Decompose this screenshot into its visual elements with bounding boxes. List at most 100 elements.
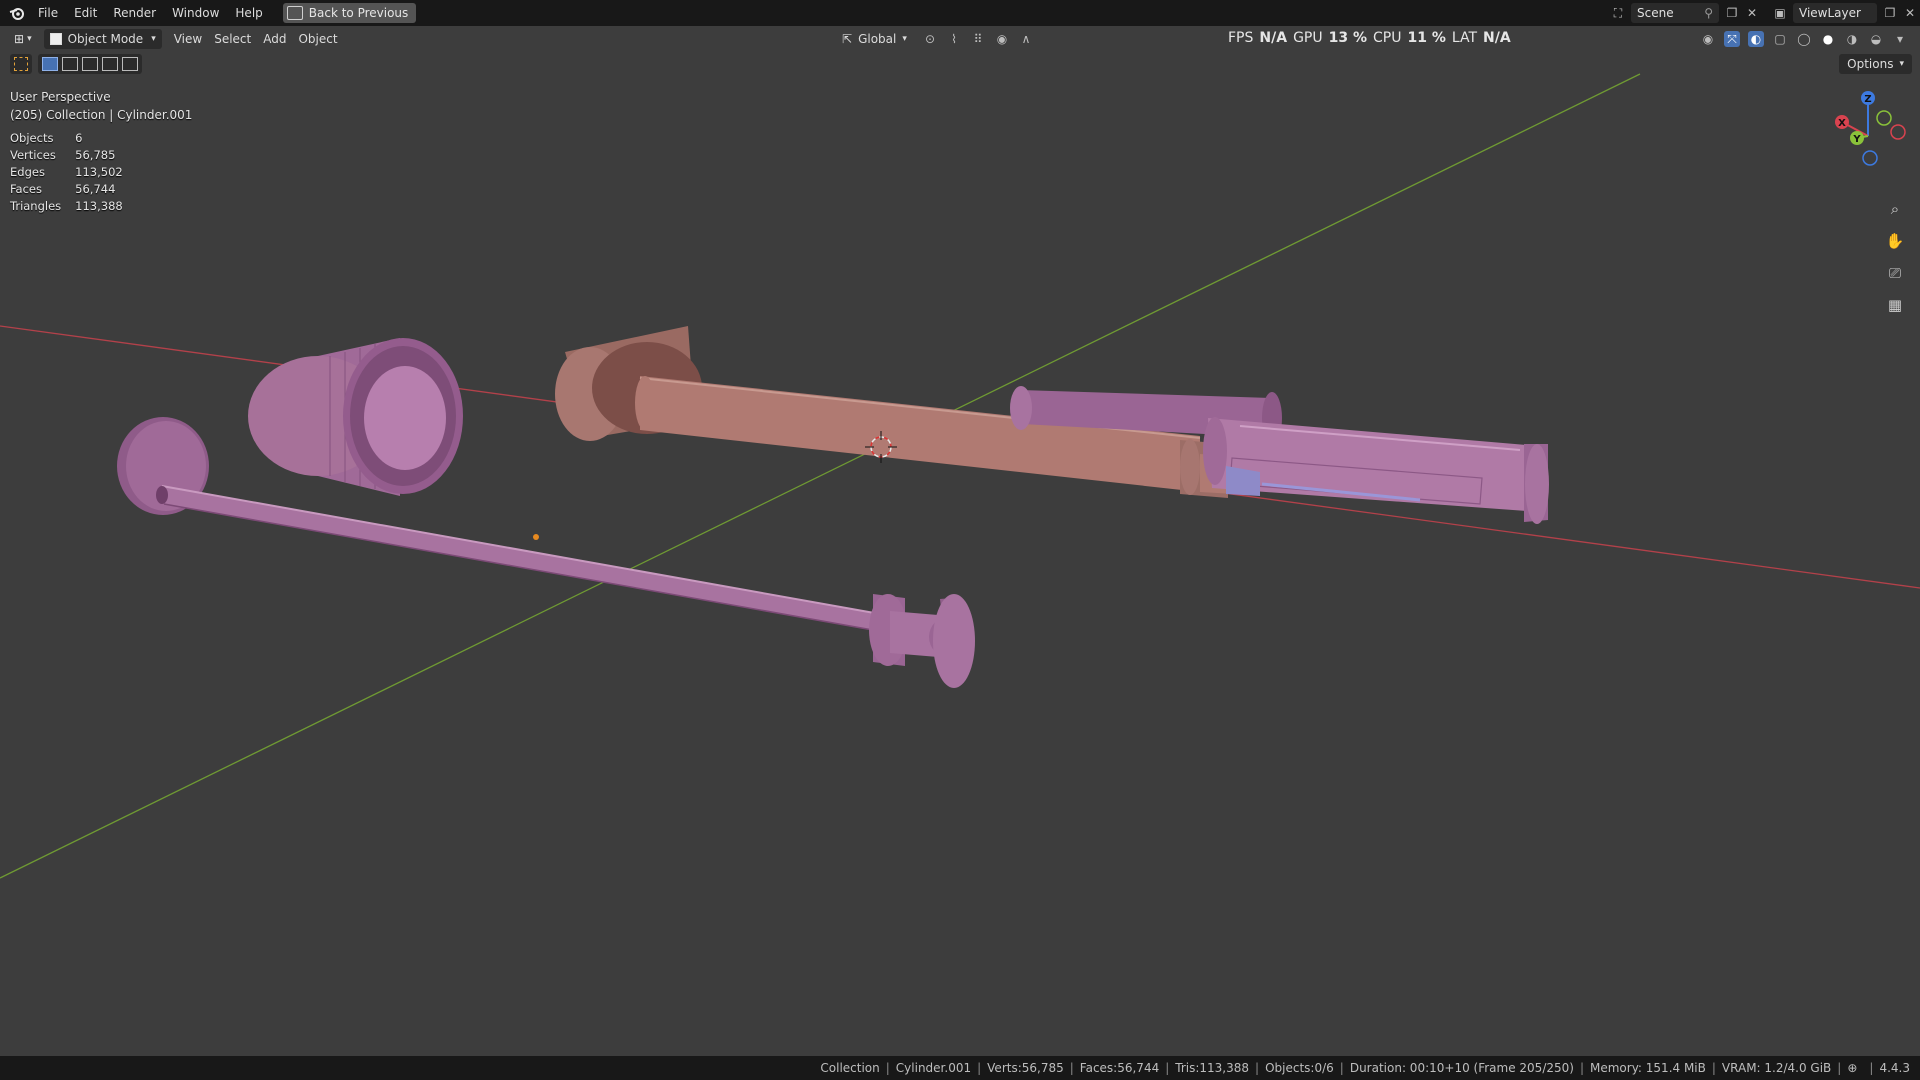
menu-object[interactable]: Object [292,29,343,49]
chevron-down-icon: ▾ [902,34,907,44]
menu-view[interactable]: View [168,29,208,49]
gpu-label: GPU [1293,30,1323,46]
status-verts: Verts:56,785 [987,1061,1064,1075]
status-collection: Collection [820,1061,880,1075]
gizmo-neg-x-icon[interactable] [1890,124,1906,140]
visibility-icon[interactable]: ◉ [1700,31,1716,47]
view-layer-name: ViewLayer [1799,6,1861,20]
tool-header [10,54,142,74]
cap-mesh[interactable] [248,338,463,496]
stat-row: Vertices 56,785 [10,147,137,164]
select-intersect-icon[interactable] [122,57,138,71]
menu-add[interactable]: Add [257,29,292,49]
viewport-info-text: User Perspective (205) Collection | Cyli… [10,88,192,124]
back-to-previous-label: Back to Previous [308,6,409,20]
select-tool-icon[interactable] [10,54,32,74]
options-dropdown[interactable]: Options ▾ [1839,54,1912,74]
material-shading-icon[interactable]: ◑ [1844,31,1860,47]
snap-toggle-icon[interactable]: ⌇ [946,31,962,47]
new-view-layer-icon[interactable]: ❐ [1882,5,1898,21]
viewport-header: ⊞ ▾ Object Mode ▾ View Select Add Object … [0,26,1920,52]
fps-label: FPS [1228,30,1254,46]
shading-options-icon[interactable]: ▾ [1892,31,1908,47]
navigation-gizmo[interactable]: Z X Y [1835,91,1906,166]
context-info: (205) Collection | Cylinder.001 [10,108,193,122]
scene-canvas[interactable]: Z X Y [0,26,1920,1056]
stat-value: 113,388 [75,199,123,213]
stat-label: Faces [10,182,42,196]
scene-name-field[interactable]: Scene ⚲ [1631,3,1719,23]
proportional-edit-icon[interactable]: ◉ [994,31,1010,47]
menu-edit[interactable]: Edit [66,0,105,26]
stat-label: Triangles [10,199,62,213]
menu-window[interactable]: Window [164,0,227,26]
status-bar: Collection | Cylinder.001 | Verts:56,785 | … [0,1056,1920,1080]
select-new-icon[interactable] [42,57,58,71]
falloff-icon[interactable]: ∧ [1018,31,1034,47]
blender-logo-icon[interactable] [4,0,30,26]
network-icon[interactable]: ⊕ [1847,1061,1857,1075]
zoom-icon[interactable]: ⌕ [1882,196,1908,222]
remove-view-layer-icon[interactable]: ✕ [1902,5,1918,21]
view-layer-type-icon[interactable]: ▣ [1772,5,1788,21]
select-extend-icon[interactable] [62,57,78,71]
stat-label: Vertices [10,148,56,162]
wireframe-shading-icon[interactable]: ◯ [1796,31,1812,47]
perspective-toggle-icon[interactable]: ▦ [1882,292,1908,318]
viewport-display-tools: ◉ ⤧ ◐ ▢ ◯ ● ◑ ◒ ▾ [1698,26,1910,52]
stat-value: 56,744 [75,182,116,196]
camera-view-icon[interactable]: ⎚ [1882,260,1908,286]
mode-select[interactable]: Object Mode ▾ [43,29,162,49]
gizmo-neg-y-icon[interactable] [1876,110,1892,126]
menu-help[interactable]: Help [227,0,270,26]
rendered-shading-icon[interactable]: ◒ [1868,31,1884,47]
gizmo-toggle-icon[interactable]: ⤧ [1724,31,1740,47]
stat-row: Faces 56,744 [10,181,137,198]
object-mode-icon [49,33,62,45]
gpu-value: 13 % [1328,30,1367,46]
origin-dot [533,534,539,540]
orientation-label: Global [858,32,897,46]
pan-hand-icon[interactable]: ✋ [1882,228,1908,254]
status-vram: VRAM: 1.2/4.0 GiB [1721,1061,1832,1075]
options-label: Options [1847,57,1894,71]
scene-type-icon[interactable]: ⛶ [1610,5,1626,21]
select-invert-icon[interactable] [102,57,118,71]
gizmo-neg-z-icon[interactable] [1862,150,1878,166]
remove-scene-icon[interactable]: ✕ [1744,5,1760,21]
solid-shading-icon[interactable]: ● [1820,31,1836,47]
transform-orientation-select[interactable]: ⇱ Global ▾ [836,29,913,49]
xray-toggle-icon[interactable]: ▢ [1772,31,1788,47]
top-menu-bar: File Edit Render Window Help Back to Pre… [0,0,1920,26]
editor-type-button[interactable]: ⊞ ▾ [8,29,38,49]
cpu-label: CPU [1373,30,1402,46]
select-subtract-icon[interactable] [82,57,98,71]
gizmo-y-label: Y [1852,134,1861,145]
orientation-icon: ⇱ [842,32,853,46]
3d-viewport[interactable]: Z X Y ⊞ ▾ Object Mode ▾ View Select Add O… [0,26,1920,1056]
stat-label: Objects [10,131,54,145]
menu-render[interactable]: Render [105,0,164,26]
snap-target-icon[interactable]: ⠿ [970,31,986,47]
menu-file[interactable]: File [30,0,66,26]
stat-label: Edges [10,165,45,179]
overlays-toggle-icon[interactable]: ◐ [1748,31,1764,47]
status-memory: Memory: 151.4 MiB [1590,1061,1706,1075]
new-scene-icon[interactable]: ❐ [1724,5,1740,21]
stat-value: 113,502 [75,165,123,179]
back-to-previous-button[interactable]: Back to Previous [282,3,417,23]
stat-row: Edges 113,502 [10,164,137,181]
lat-value: N/A [1483,30,1511,46]
plunger-mesh[interactable] [117,417,975,688]
pivot-point-icon[interactable]: ⊙ [922,31,938,47]
scene-selector-group: ⛶ Scene ⚲ ❐ ✕ ▣ ViewLayer ❐ ✕ [1608,0,1920,26]
menu-select[interactable]: Select [208,29,257,49]
stat-value: 6 [75,131,83,145]
gizmo-z-label: Z [1864,94,1871,105]
back-icon [286,6,303,20]
navigation-buttons: ⌕ ✋ ⎚ ▦ [1882,196,1910,318]
fps-value: N/A [1259,30,1288,46]
pin-icon[interactable]: ⚲ [1704,6,1713,20]
stat-row: Triangles 113,388 [10,198,137,215]
view-layer-field[interactable]: ViewLayer [1793,3,1877,23]
